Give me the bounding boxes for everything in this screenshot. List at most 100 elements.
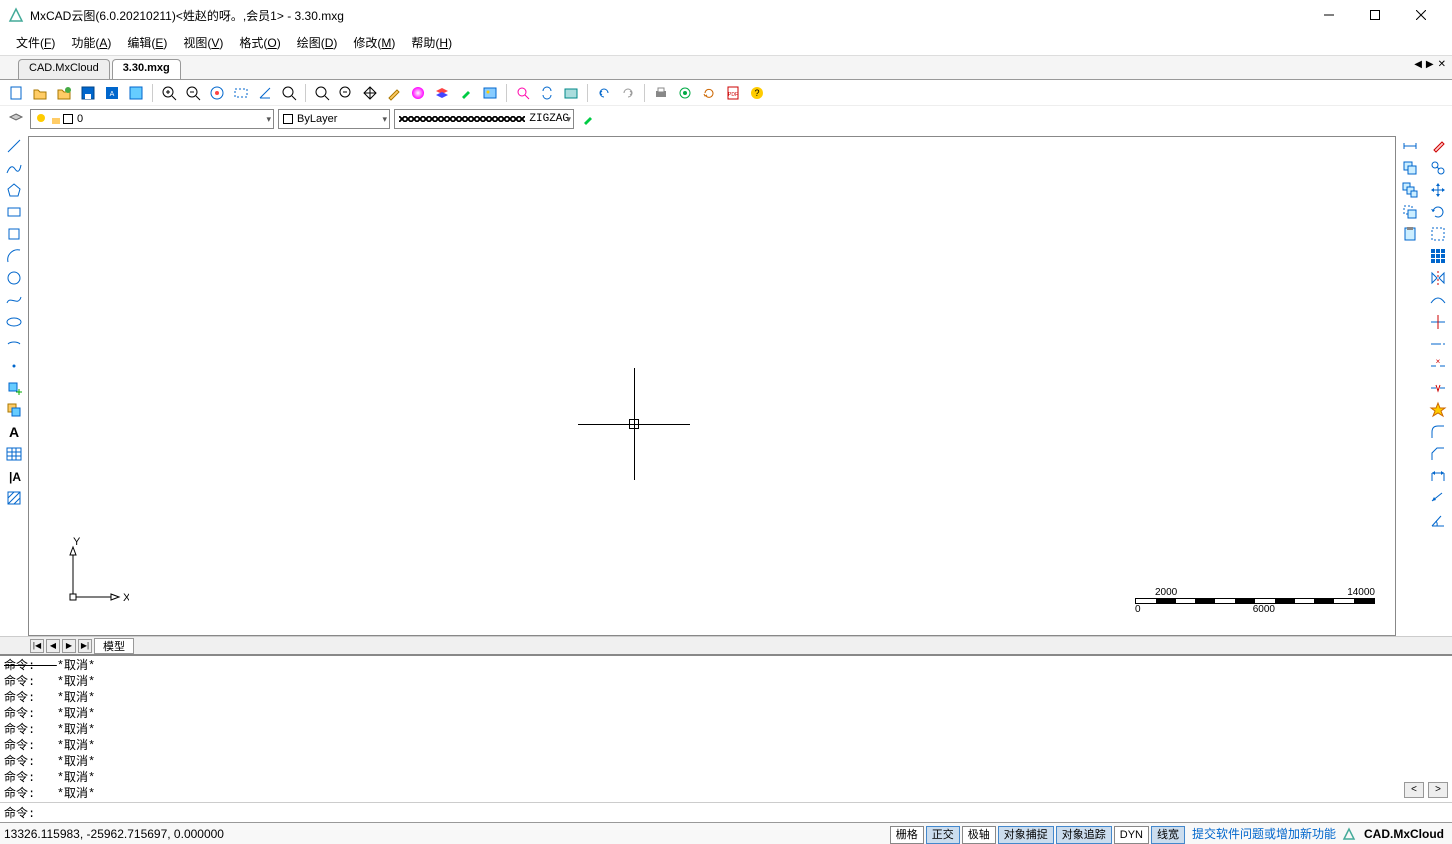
close-button[interactable] [1398, 0, 1444, 30]
offset-icon[interactable] [1427, 158, 1449, 178]
paste-icon[interactable] [1399, 224, 1421, 244]
image-icon[interactable] [480, 83, 500, 103]
color-dropdown[interactable]: ByLayer ▾ [278, 109, 390, 129]
ellipse-tool-icon[interactable] [3, 312, 25, 332]
trim-icon[interactable] [1427, 312, 1449, 332]
select-all-icon[interactable] [1427, 224, 1449, 244]
mirror-icon[interactable] [1427, 268, 1449, 288]
status-toggle[interactable]: DYN [1114, 826, 1149, 844]
zoom-extents-icon[interactable] [207, 83, 227, 103]
extend-icon[interactable] [1427, 334, 1449, 354]
color-wheel-icon[interactable] [408, 83, 428, 103]
status-toggle[interactable]: 极轴 [962, 826, 996, 844]
menu-m[interactable]: 修改(M) [345, 30, 403, 55]
pan-icon[interactable] [360, 83, 380, 103]
square-tool-icon[interactable] [3, 224, 25, 244]
hatch-tool-icon[interactable] [3, 488, 25, 508]
log-scroll-right-icon[interactable]: > [1428, 782, 1448, 798]
zoom-previous-icon[interactable] [279, 83, 299, 103]
print-icon[interactable] [651, 83, 671, 103]
dimension-icon[interactable] [1399, 136, 1421, 156]
command-input[interactable] [35, 805, 1448, 821]
pdf-icon[interactable]: PDF [723, 83, 743, 103]
move-icon[interactable] [1399, 202, 1421, 222]
layout-first-icon[interactable]: |◀ [30, 639, 44, 653]
fillet-icon[interactable] [1427, 422, 1449, 442]
status-toggle[interactable]: 栅格 [890, 826, 924, 844]
tab-close-icon[interactable]: ✕ [1438, 59, 1446, 70]
status-toggle[interactable]: 正交 [926, 826, 960, 844]
file-tab[interactable]: 3.30.mxg [112, 59, 181, 79]
export-icon[interactable] [126, 83, 146, 103]
pencil-icon[interactable] [384, 83, 404, 103]
status-toggle[interactable]: 线宽 [1151, 826, 1185, 844]
log-scroll-left-icon[interactable]: < [1404, 782, 1424, 798]
layout-prev-icon[interactable]: ◀ [46, 639, 60, 653]
zoom-window-icon[interactable] [231, 83, 251, 103]
new-file-icon[interactable] [6, 83, 26, 103]
screenshot-icon[interactable] [561, 83, 581, 103]
chamfer-icon[interactable] [1427, 444, 1449, 464]
zoom-in-icon[interactable] [159, 83, 179, 103]
feedback-link[interactable]: 提交软件问题或增加新功能 [1186, 825, 1342, 842]
menu-h[interactable]: 帮助(H) [403, 30, 460, 55]
refresh-icon[interactable] [699, 83, 719, 103]
menu-e[interactable]: 编辑(E) [119, 30, 175, 55]
save-icon[interactable] [78, 83, 98, 103]
tab-scroll-left-icon[interactable]: ◀ [1414, 59, 1422, 70]
circle-tool-icon[interactable] [3, 268, 25, 288]
maximize-button[interactable] [1352, 0, 1398, 30]
minimize-button[interactable] [1306, 0, 1352, 30]
status-toggle[interactable]: 对象捕捉 [998, 826, 1054, 844]
file-tab[interactable]: CAD.MxCloud [18, 59, 110, 79]
brush-icon[interactable] [578, 109, 598, 129]
break-point-icon[interactable]: × [1427, 356, 1449, 376]
menu-d[interactable]: 绘图(D) [289, 30, 346, 55]
polygon-tool-icon[interactable] [3, 180, 25, 200]
menu-v[interactable]: 视图(V) [175, 30, 231, 55]
tab-scroll-right-icon[interactable]: ▶ [1426, 59, 1434, 70]
layout-next-icon[interactable]: ▶ [62, 639, 76, 653]
line-tool-icon[interactable] [3, 136, 25, 156]
array-icon[interactable] [1427, 246, 1449, 266]
arc-tool-icon[interactable] [3, 246, 25, 266]
explode-icon[interactable] [1427, 400, 1449, 420]
save-as-icon[interactable]: A [102, 83, 122, 103]
open-dwg-icon[interactable] [54, 83, 74, 103]
polyline-tool-icon[interactable] [3, 158, 25, 178]
replace-icon[interactable] [537, 83, 557, 103]
menu-o[interactable]: 格式(O) [231, 30, 288, 55]
linetype-dropdown[interactable]: ZIGZAG ▾ [394, 109, 574, 129]
menu-a[interactable]: 功能(A) [63, 30, 119, 55]
scale-icon[interactable] [1427, 290, 1449, 310]
insert-block-icon[interactable] [3, 378, 25, 398]
ellipse-arc-tool-icon[interactable] [3, 334, 25, 354]
rectangle-tool-icon[interactable] [3, 202, 25, 222]
open-file-icon[interactable] [30, 83, 50, 103]
spline-tool-icon[interactable] [3, 290, 25, 310]
table-tool-icon[interactable] [3, 444, 25, 464]
mtext-tool-icon[interactable]: |A [3, 466, 25, 486]
help-icon[interactable]: ? [747, 83, 767, 103]
copy-icon[interactable] [1399, 158, 1421, 178]
undo-icon[interactable] [594, 83, 614, 103]
zoom-realtime-icon[interactable] [312, 83, 332, 103]
zoom-scale-icon[interactable] [336, 83, 356, 103]
model-tab[interactable]: 模型 [94, 638, 134, 654]
move-tool-icon[interactable] [1427, 180, 1449, 200]
dim-angular-icon[interactable] [1427, 510, 1449, 530]
layer-dropdown[interactable]: 0 ▾ [30, 109, 274, 129]
find-icon[interactable] [513, 83, 533, 103]
layout-last-icon[interactable]: ▶| [78, 639, 92, 653]
rotate-icon[interactable] [1427, 202, 1449, 222]
measure-angle-icon[interactable] [255, 83, 275, 103]
redo-icon[interactable] [618, 83, 638, 103]
drawing-canvas[interactable]: Y X 200014000 06000 [28, 136, 1396, 636]
layers-icon[interactable] [432, 83, 452, 103]
copy-multi-icon[interactable] [1399, 180, 1421, 200]
point-tool-icon[interactable] [3, 356, 25, 376]
layer-manager-icon[interactable] [6, 109, 26, 129]
menu-f[interactable]: 文件(F) [8, 30, 63, 55]
status-toggle[interactable]: 对象追踪 [1056, 826, 1112, 844]
dim-linear-icon[interactable] [1427, 466, 1449, 486]
